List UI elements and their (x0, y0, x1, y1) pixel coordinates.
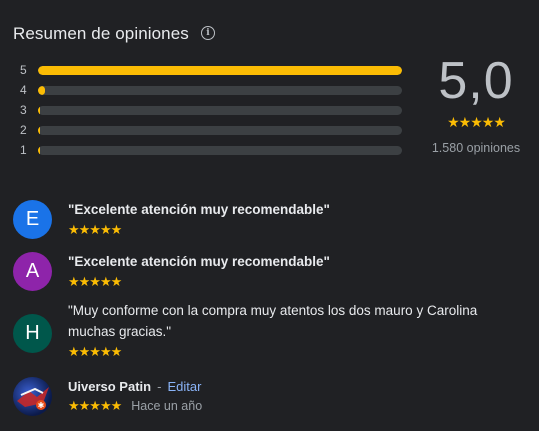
rating-bar-label: 4 (20, 83, 27, 97)
rating-summary: 5,0 ★★★★★ 1.580 opiniones (422, 52, 530, 155)
rating-bar-4[interactable]: 4 (20, 80, 402, 100)
own-review: ✱ Uiverso Patin - Editar ★★★★★ Hace un a… (13, 377, 529, 416)
separator: - (157, 379, 162, 394)
rating-bar-track (38, 85, 402, 95)
rating-bar-fill (38, 145, 40, 155)
rating-bar-label: 5 (20, 63, 27, 77)
review-summary-title: Resumen de opiniones (13, 24, 189, 43)
review-text: "Excelente atención muy recomendable" (68, 254, 330, 269)
review-snippet[interactable]: A "Excelente atención muy recomendable" … (13, 252, 529, 291)
rating-bar-5[interactable]: 5 (20, 60, 402, 80)
rating-bar-track (38, 105, 402, 115)
info-icon[interactable]: i (200, 26, 215, 40)
rating-bar-3[interactable]: 3 (20, 100, 402, 120)
review-stars: ★★★★★ (68, 222, 122, 237)
average-score: 5,0 (438, 52, 514, 110)
rating-distribution: 5 4 3 2 1 (20, 60, 402, 160)
review-summary-header: Resumen de opiniones i (13, 24, 215, 44)
review-stars: ★★★★★ (68, 398, 122, 413)
rating-bar-label: 3 (20, 103, 27, 117)
review-text: "Excelente atención muy recomendable" (68, 202, 330, 217)
rating-bar-2[interactable]: 2 (20, 120, 402, 140)
avatar: E (13, 200, 52, 239)
rating-bar-track (38, 145, 402, 155)
avatar[interactable]: ✱ (13, 377, 52, 416)
average-stars: ★★★★★ (447, 114, 506, 130)
rating-bar-track (38, 65, 402, 75)
rating-bar-fill (38, 125, 40, 135)
rating-bar-label: 2 (20, 123, 27, 137)
svg-text:✱: ✱ (38, 401, 45, 410)
review-stars: ★★★★★ (68, 344, 122, 359)
review-text: "Muy conforme con la compra muy atentos … (68, 303, 478, 339)
avatar: H (13, 314, 52, 353)
rating-bar-label: 1 (20, 143, 27, 157)
profile-photo: ✱ (17, 387, 49, 410)
rating-bar-fill (38, 105, 40, 115)
review-stars: ★★★★★ (68, 274, 122, 289)
review-time: Hace un año (131, 399, 203, 413)
avatar: A (13, 252, 52, 291)
review-count-link[interactable]: 1.580 opiniones (422, 141, 530, 155)
rating-bar-fill (38, 85, 46, 95)
edit-review-link[interactable]: Editar (167, 379, 201, 394)
rating-bar-track (38, 125, 402, 135)
rating-bar-fill (38, 65, 402, 75)
author-name[interactable]: Uiverso Patin (68, 379, 151, 394)
review-snippet[interactable]: E "Excelente atención muy recomendable" … (13, 200, 529, 239)
review-snippet[interactable]: H "Muy conforme con la compra muy atento… (13, 303, 529, 360)
rating-bar-1[interactable]: 1 (20, 140, 402, 160)
